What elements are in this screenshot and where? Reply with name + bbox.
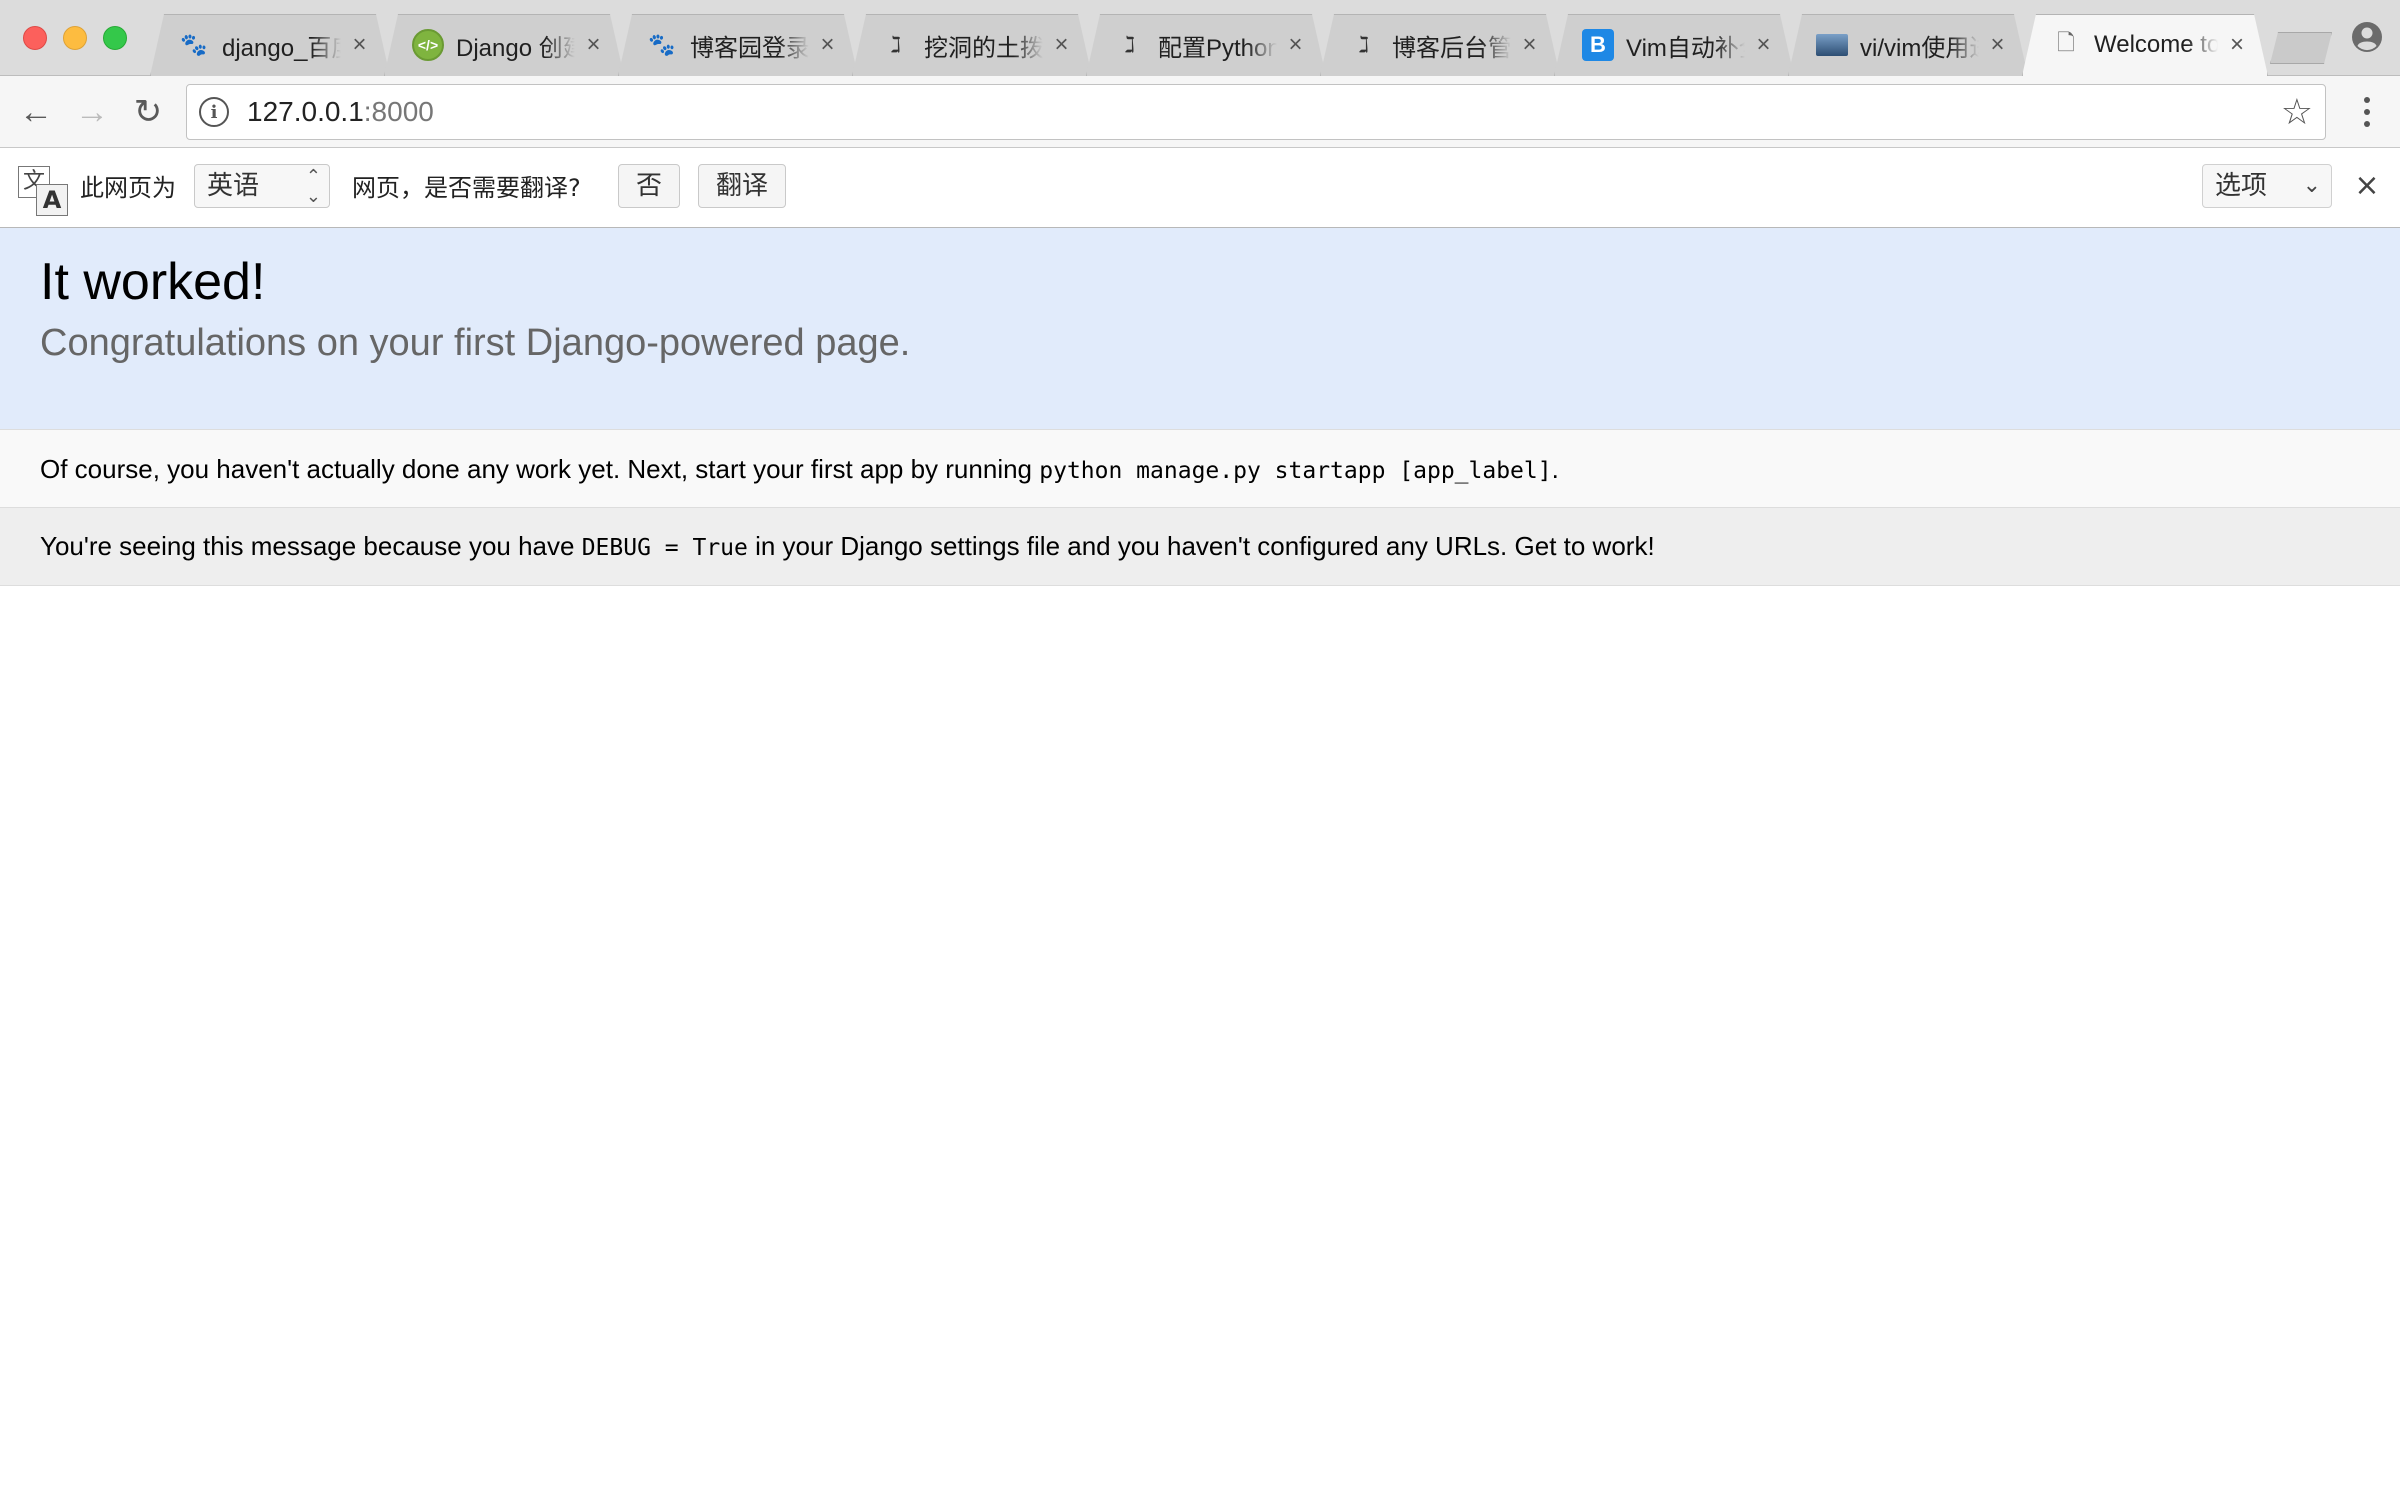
startapp-command: python manage.py startapp [app_label] [1039,458,1552,484]
chevron-down-icon: ⌄ [2302,173,2321,198]
tab-close-icon[interactable]: × [583,31,604,59]
translate-button[interactable]: 翻译 [698,164,786,208]
browser-tab[interactable]: vi/vim使用进阶 × [1788,14,2028,76]
tab-close-icon[interactable]: × [817,31,838,59]
summary-section: It worked! Congratulations on your first… [0,228,2400,430]
url-host: 127.0.0.1 [247,96,364,127]
image-thumbnail-icon [1816,34,1848,56]
no-translate-button[interactable]: 否 [618,164,680,208]
arrow-right-icon: → [75,92,109,131]
site-info-icon[interactable]: i [199,97,229,127]
tab-close-icon[interactable]: × [1285,31,1306,59]
tab-strip: 🐾 django_百度一下 × </> Django 创建第一个项目 × 🐾 博… [0,0,2400,76]
django-code-icon: </> [412,29,444,61]
tab-title: 博客后台管理 [1392,34,1511,62]
tab-close-icon[interactable]: × [1987,31,2008,59]
browser-tab[interactable]: ℷ 配置Python开发环境 × [1086,14,1326,76]
browser-tab-active[interactable]: 🗋 Welcome to Django × [2022,14,2268,76]
url-text[interactable]: 127.0.0.1:8000 [247,96,434,128]
explanation-section: You're seeing this message because you h… [0,508,2400,586]
browser-menu-button[interactable] [2350,90,2384,134]
browser-toolbar: ← → ↻ i 127.0.0.1:8000 ☆ [0,76,2400,148]
instructions-text: Of course, you haven't actually done any… [40,454,1040,484]
explanation-end: in your Django settings file and you hav… [747,531,1655,561]
page-subtitle: Congratulations on your first Django-pow… [40,322,911,364]
baidu-paw-icon: 🐾 [648,32,676,57]
instructions-end: . [1551,454,1559,484]
close-window-button[interactable] [23,26,47,50]
browser-tab[interactable]: 🐾 django_百度一下 × [150,14,390,76]
jianshu-icon: ℷ [890,32,902,58]
tab-title: Welcome to Django [2094,31,2219,58]
profile-icon[interactable] [2350,20,2384,54]
translate-prefix-text: 此网页为 [80,174,176,202]
page-icon: 🗋 [2057,30,2075,55]
tab-title: vi/vim使用进阶 [1860,34,1979,62]
bookmark-star-icon[interactable]: ☆ [2281,93,2313,131]
browser-tab[interactable]: ℷ 博客后台管理 × [1320,14,1560,76]
tab-close-icon[interactable]: × [349,31,370,59]
tab-title: Django 创建第一个项目 [456,34,575,62]
tab-title: Vim自动补全插件 [1626,34,1745,62]
translate-icon-latin: A [36,184,68,216]
back-button[interactable]: ← [14,90,58,134]
reload-icon: ↻ [133,93,163,131]
tab-title: django_百度一下 [222,34,341,62]
translate-options-select[interactable]: 选项 ⌄ [2202,164,2332,208]
jianshu-icon: ℷ [1358,32,1370,58]
blog-b-icon: B [1582,29,1614,61]
browser-tab[interactable]: B Vim自动补全插件 × [1554,14,1794,76]
new-tab-button[interactable] [2270,32,2332,64]
translate-question-text: 网页，是否需要翻译? [352,174,581,202]
zoom-window-button[interactable] [103,26,127,50]
up-down-chevron-icon: ⌃ ⌄ [305,166,321,207]
browser-tab[interactable]: ℷ 挖洞的土拨鼠 × [852,14,1092,76]
tab-title: 挖洞的土拨鼠 [924,34,1043,62]
url-port: :8000 [363,96,434,127]
tab-close-icon[interactable]: × [2226,31,2248,59]
explanation-text: You're seeing this message because you h… [40,531,582,561]
baidu-paw-icon: 🐾 [180,32,208,57]
close-translate-bar-icon[interactable]: × [2352,168,2382,204]
options-label: 选项 [2215,171,2268,201]
tab-close-icon[interactable]: × [1753,31,1774,59]
translate-icon: 文 A [18,166,70,216]
translate-bar: 文 A 此网页为 英语 ⌃ ⌄ 网页，是否需要翻译? 否 翻译 选项 ⌄ × [0,148,2400,228]
page-title: It worked! [40,253,266,311]
debug-setting: DEBUG = True [581,535,748,561]
tab-close-icon[interactable]: × [1519,31,1540,59]
tab-title: 配置Python开发环境 [1158,34,1277,62]
reload-button[interactable]: ↻ [126,90,170,134]
source-language-value: 英语 [207,171,260,201]
address-bar[interactable]: i 127.0.0.1:8000 ☆ [186,84,2326,140]
page-content: It worked! Congratulations on your first… [0,228,2400,586]
tab-close-icon[interactable]: × [1051,31,1072,59]
tab-title: 博客园登录_百度搜索 [690,34,809,62]
browser-tab[interactable]: </> Django 创建第一个项目 × [384,14,624,76]
source-language-select[interactable]: 英语 ⌃ ⌄ [194,164,330,208]
arrow-left-icon: ← [19,92,53,131]
forward-button[interactable]: → [70,90,114,134]
minimize-window-button[interactable] [63,26,87,50]
jianshu-icon: ℷ [1124,32,1136,58]
browser-tab[interactable]: 🐾 博客园登录_百度搜索 × [618,14,858,76]
instructions-section: Of course, you haven't actually done any… [0,430,2400,508]
